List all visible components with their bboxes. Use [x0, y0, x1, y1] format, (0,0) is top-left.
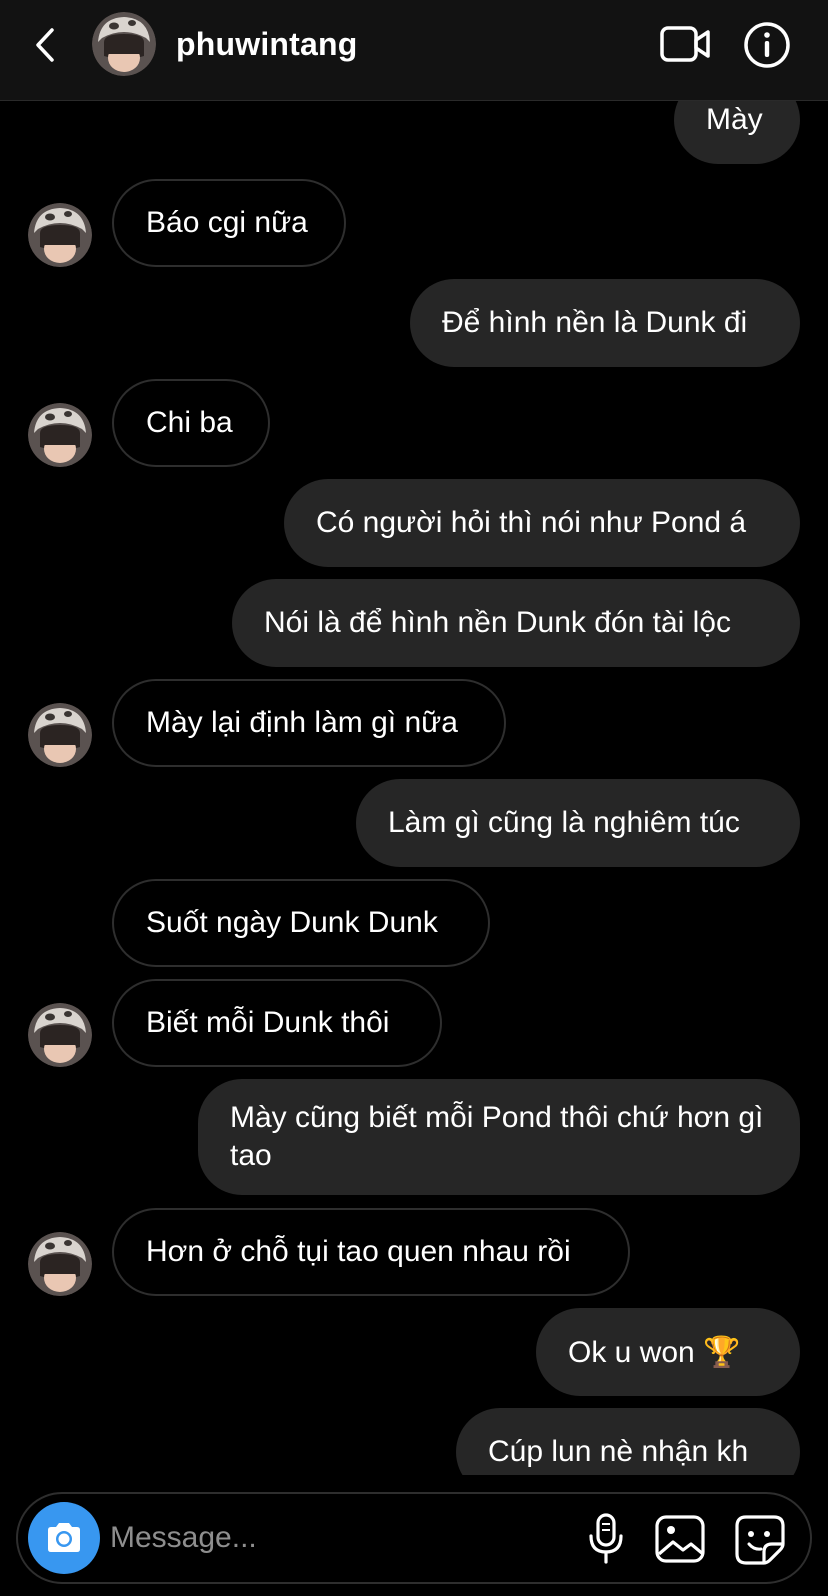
- back-icon[interactable]: [28, 22, 64, 68]
- message-bubble-incoming[interactable]: Chi ba: [112, 379, 270, 467]
- sender-avatar[interactable]: [28, 403, 92, 467]
- message-text: Để hình nền là Dunk đi: [442, 306, 748, 339]
- video-call-icon[interactable]: [660, 24, 712, 64]
- gallery-icon[interactable]: [654, 1514, 706, 1564]
- message-text: Cúp lun nè nhận kh: [488, 1435, 749, 1468]
- message-bubble-outgoing[interactable]: Có người hỏi thì nói như Pond á: [284, 479, 800, 567]
- message-bubble-incoming[interactable]: Mày lại định làm gì nữa: [112, 679, 506, 767]
- message-composer: [16, 1492, 812, 1584]
- sender-avatar[interactable]: [28, 203, 92, 267]
- message-text: Mày cũng biết mỗi Pond thôi chứ hơn gì t…: [230, 1101, 764, 1172]
- message-text: Suốt ngày Dunk Dunk: [146, 906, 438, 939]
- message-bubble-outgoing[interactable]: Nói là để hình nền Dunk đón tài lộc: [232, 579, 800, 667]
- message-text: Chi ba: [146, 406, 233, 439]
- sender-avatar[interactable]: [28, 1232, 92, 1296]
- message-text: Báo cgi nữa: [146, 206, 308, 239]
- message-bubble-outgoing[interactable]: Mày cũng biết mỗi Pond thôi chứ hơn gì t…: [198, 1079, 800, 1195]
- message-bubble-incoming[interactable]: Suốt ngày Dunk Dunk: [112, 879, 490, 967]
- message-bubble-outgoing[interactable]: Ok u won 🏆: [536, 1308, 800, 1396]
- message-text: Ok u won 🏆: [568, 1335, 741, 1369]
- message-text: Nói là để hình nền Dunk đón tài lộc: [264, 606, 731, 639]
- message-bubble-incoming[interactable]: Báo cgi nữa: [112, 179, 346, 267]
- message-bubble-incoming[interactable]: Hơn ở chỗ tụi tao quen nhau rồi: [112, 1208, 630, 1296]
- message-bubble-outgoing[interactable]: Cúp lun nè nhận kh: [456, 1408, 800, 1475]
- message-bubble-incoming[interactable]: Biết mỗi Dunk thôi: [112, 979, 442, 1067]
- message-text: Biết mỗi Dunk thôi: [146, 1006, 390, 1039]
- message-text: Có người hỏi thì nói như Pond á: [316, 506, 747, 539]
- message-bubble-outgoing[interactable]: Mày: [674, 101, 800, 164]
- sticker-icon[interactable]: [734, 1514, 786, 1566]
- camera-icon[interactable]: [28, 1502, 100, 1574]
- chat-header: phuwintang: [0, 0, 828, 101]
- message-input[interactable]: [110, 1516, 530, 1560]
- sender-avatar[interactable]: [28, 1003, 92, 1067]
- message-bubble-outgoing[interactable]: Làm gì cũng là nghiêm túc: [356, 779, 800, 867]
- message-text: Hơn ở chỗ tụi tao quen nhau rồi: [146, 1235, 571, 1268]
- message-thread[interactable]: Mày Báo cgi nữa Để hình nền là Dunk đi C…: [0, 101, 828, 1475]
- contact-avatar[interactable]: [92, 12, 156, 76]
- message-text: Mày: [706, 103, 763, 136]
- sender-avatar[interactable]: [28, 703, 92, 767]
- contact-username[interactable]: phuwintang: [176, 26, 358, 63]
- message-bubble-outgoing[interactable]: Để hình nền là Dunk đi: [410, 279, 800, 367]
- message-text: Mày lại định làm gì nữa: [146, 706, 458, 739]
- microphone-icon[interactable]: [586, 1512, 626, 1566]
- info-icon[interactable]: [742, 20, 792, 70]
- message-text: Làm gì cũng là nghiêm túc: [388, 806, 740, 839]
